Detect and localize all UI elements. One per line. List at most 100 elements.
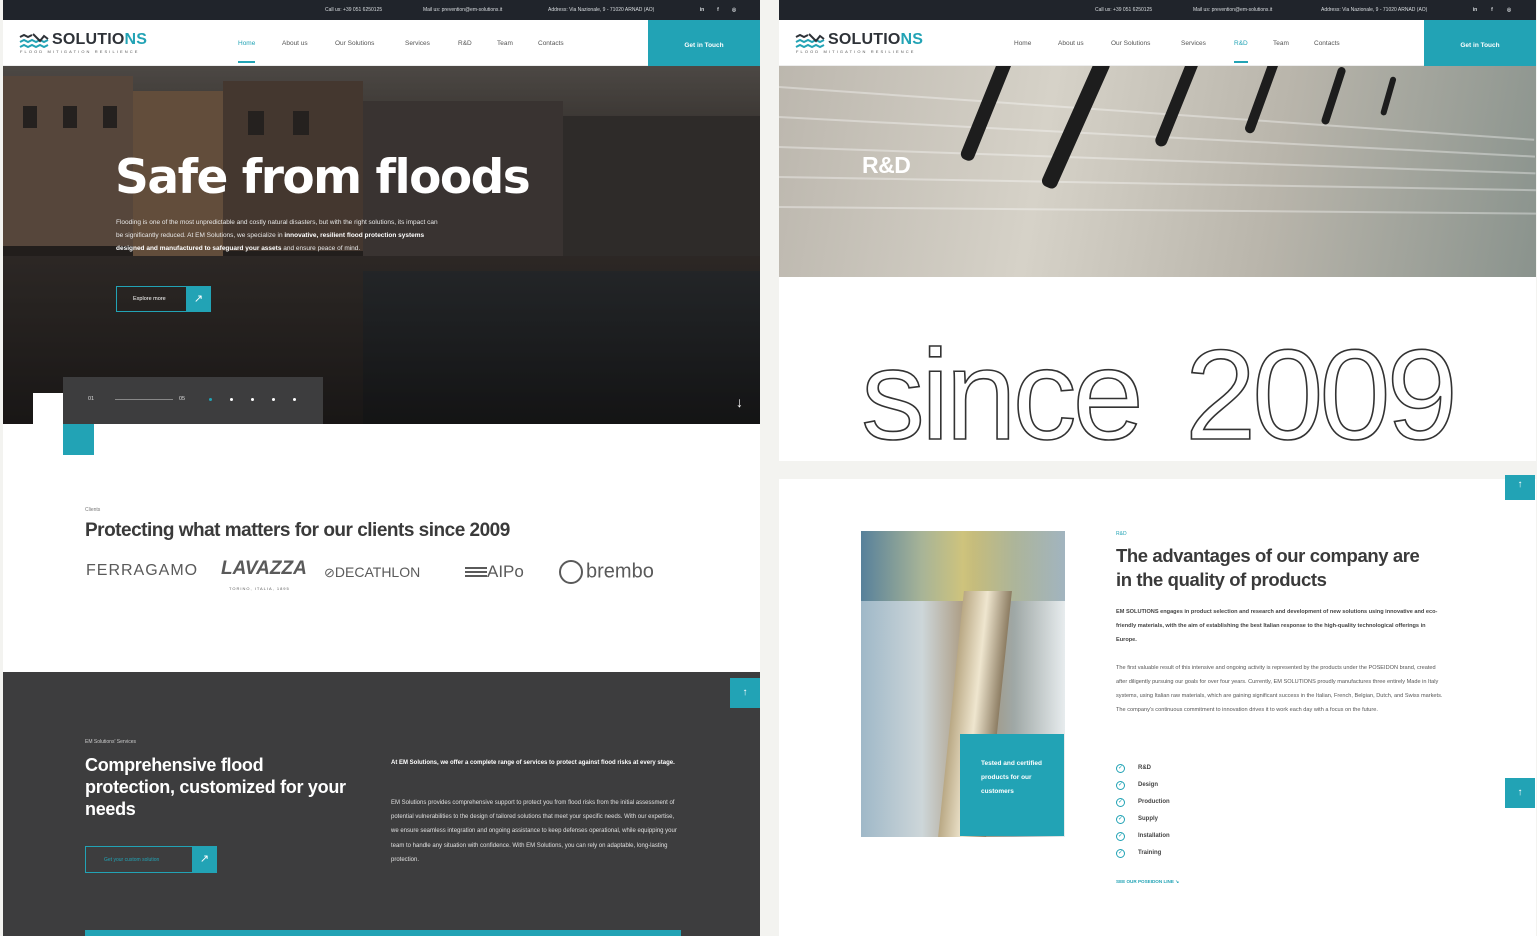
hero-plank-line	[779, 206, 1536, 215]
waves-logo-icon	[795, 33, 825, 49]
custom-solution-label: Get your custom solution	[104, 857, 160, 863]
feature-item: ✓ R&D	[1116, 764, 1151, 773]
slider-controls: 01 05	[63, 377, 323, 424]
brand-logo-brembo: brembo	[559, 560, 654, 584]
main-navigation: SOLUTIONS FLOOD MITIGATION RESILIENCE Ho…	[3, 20, 760, 70]
nav-our-solutions[interactable]: Our Solutions	[335, 40, 374, 47]
nav-home[interactable]: Home	[1014, 40, 1031, 47]
hero-description: Flooding is one of the most unpredictabl…	[116, 219, 438, 252]
explore-more-button[interactable]: Explore more ↗	[116, 286, 211, 312]
rd-page-screenshot: Call us: +39 051 6250125 Mail us: preven…	[779, 0, 1536, 936]
email-info[interactable]: Mail us: prevention@em-solutions.it	[1193, 7, 1272, 13]
linkedin-icon[interactable]: in	[698, 7, 706, 13]
hero-streak	[1153, 66, 1203, 149]
address-info: Address: Via Nazionale, 9 - 71020 ARNAD …	[1321, 7, 1428, 13]
slide-dot[interactable]	[272, 398, 275, 401]
nav-about-us[interactable]: About us	[1058, 40, 1084, 47]
site-logo[interactable]: SOLUTIONS FLOOD MITIGATION RESILIENCE	[19, 31, 159, 55]
brand-logo-decathlon: ⊘DECATHLON	[324, 564, 421, 580]
slide-dot[interactable]	[209, 398, 212, 401]
slide-dot[interactable]	[230, 398, 233, 401]
rd-title: The advantages of our company are in the…	[1116, 545, 1420, 590]
check-circle-icon: ✓	[1116, 764, 1125, 773]
poseidon-line-link[interactable]: SEE OUR POSEIDON LINE ↘	[1116, 879, 1179, 885]
check-circle-icon: ✓	[1116, 798, 1125, 807]
instagram-icon[interactable]: ◎	[730, 7, 738, 13]
slide-current: 01	[88, 396, 95, 402]
decor-block	[33, 393, 63, 424]
hero-plank-line	[779, 86, 1535, 141]
rd-hero-section: R&D	[779, 66, 1536, 277]
services-lead: At EM Solutions, we offer a complete ran…	[391, 760, 675, 766]
arrow-up-right-icon: ↗	[192, 846, 217, 873]
nav-our-solutions[interactable]: Our Solutions	[1111, 40, 1150, 47]
since-banner: since 2009	[779, 277, 1536, 461]
nav-rd[interactable]: R&D	[458, 40, 472, 47]
check-circle-icon: ✓	[1116, 849, 1125, 858]
scroll-top-button[interactable]: ↑	[730, 678, 760, 708]
arrow-down-right-icon: ↘	[1175, 879, 1180, 884]
phone-info[interactable]: Call us: +39 051 6250125	[325, 7, 382, 13]
feature-item: ✓ Training	[1116, 849, 1162, 858]
homepage-screenshot: Call us: +39 051 6250125 Mail us: preven…	[3, 0, 760, 936]
hero-streak	[1379, 76, 1397, 117]
aipo-mark-icon	[465, 566, 487, 579]
slide-dot[interactable]	[293, 398, 296, 401]
brand-logo-lavazza: LAVAZZA	[221, 558, 307, 579]
phone-info[interactable]: Call us: +39 051 6250125	[1095, 7, 1152, 13]
brembo-mark-icon	[559, 560, 583, 584]
nav-services[interactable]: Services	[1181, 40, 1206, 47]
arrow-up-right-icon: ↗	[186, 286, 211, 312]
feature-item: ✓ Supply	[1116, 815, 1159, 824]
address-info: Address: Via Nazionale, 9 - 71020 ARNAD …	[548, 7, 655, 13]
section-separator	[779, 461, 1536, 479]
since-outline-text: since 2009	[860, 325, 1458, 451]
since-word: since	[861, 325, 1140, 451]
scroll-top-button[interactable]: ↑	[1505, 475, 1535, 500]
nav-about-us[interactable]: About us	[282, 40, 308, 47]
services-kicker: EM Solutions' Services	[85, 739, 136, 745]
logo-wordmark: SOLUTIONS	[828, 31, 924, 48]
check-circle-icon: ✓	[1116, 832, 1125, 841]
feature-item: ✓ Design	[1116, 781, 1159, 790]
slide-progress-line	[115, 399, 173, 400]
hero-streak	[1243, 66, 1281, 135]
arrow-down-icon[interactable]: ↓	[736, 394, 743, 410]
services-section: ↑ EM Solutions' Services Comprehensive f…	[3, 672, 760, 936]
nav-contacts[interactable]: Contacts	[1314, 40, 1340, 47]
services-title: Comprehensive flood protection, customiz…	[85, 755, 346, 819]
nav-services[interactable]: Services	[405, 40, 430, 47]
facebook-icon[interactable]: f	[1488, 7, 1496, 13]
clients-kicker: Clients	[85, 507, 101, 513]
email-info[interactable]: Mail us: prevention@em-solutions.it	[423, 7, 502, 13]
rd-intro: EM SOLUTIONS engages in product selectio…	[1116, 609, 1438, 643]
logo-tagline: FLOOD MITIGATION RESILIENCE	[20, 49, 140, 54]
get-in-touch-button[interactable]: Get in Touch	[1424, 20, 1536, 70]
explore-more-label: Explore more	[133, 296, 166, 302]
linkedin-icon[interactable]: in	[1471, 7, 1479, 13]
nav-home[interactable]: Home	[238, 40, 256, 63]
decathlon-mark-icon: ⊘	[324, 565, 335, 580]
hero-streak	[1320, 66, 1347, 126]
nav-rd[interactable]: R&D	[1234, 40, 1248, 63]
check-circle-icon: ✓	[1116, 781, 1125, 790]
since-year: 2009	[1185, 325, 1454, 451]
nav-team[interactable]: Team	[1273, 40, 1289, 47]
facebook-icon[interactable]: f	[714, 7, 722, 13]
rd-hero-title: R&D	[862, 152, 911, 178]
nav-team[interactable]: Team	[497, 40, 513, 47]
get-in-touch-button[interactable]: Get in Touch	[648, 20, 760, 70]
site-logo[interactable]: SOLUTIONS FLOOD MITIGATION RESILIENCE	[795, 31, 935, 55]
rd-kicker: R&D	[1116, 531, 1127, 537]
nav-contacts[interactable]: Contacts	[538, 40, 564, 47]
hero-streak	[1040, 66, 1112, 191]
scroll-top-button[interactable]: ↑	[1505, 778, 1535, 808]
instagram-icon[interactable]: ◎	[1505, 7, 1513, 13]
slide-dot[interactable]	[251, 398, 254, 401]
brand-logo-lavazza-sub: TORINO, ITALIA, 1895	[229, 586, 290, 591]
waves-logo-icon	[19, 33, 49, 49]
photo-caption-box: Tested and certified products for our cu…	[960, 734, 1064, 836]
photo-caption: Tested and certified products for our cu…	[981, 760, 1042, 795]
logo-tagline: FLOOD MITIGATION RESILIENCE	[796, 49, 916, 54]
custom-solution-button[interactable]: Get your custom solution ↗	[85, 846, 217, 873]
